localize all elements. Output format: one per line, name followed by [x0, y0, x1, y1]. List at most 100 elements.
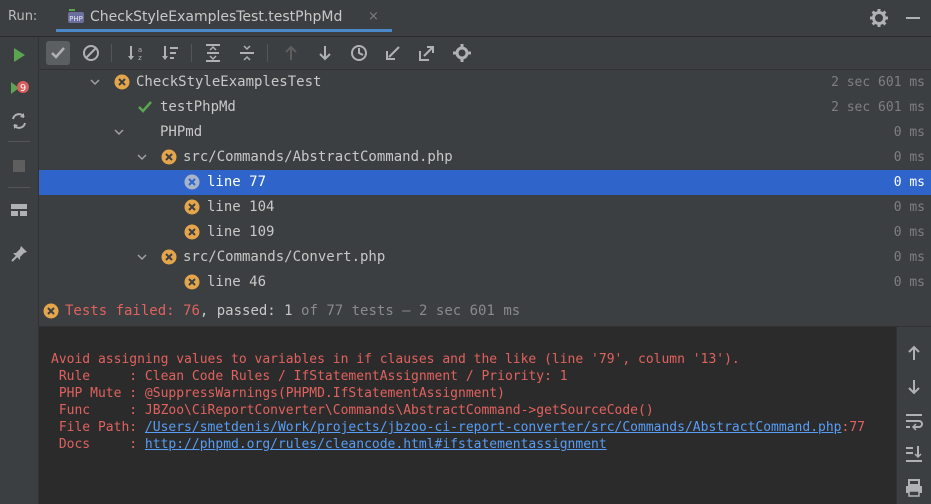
tree-label: line 77: [207, 174, 267, 190]
tree-label: src/Commands/AbstractCommand.php: [183, 149, 453, 165]
docs-key: Docs :: [51, 437, 145, 452]
gear-icon[interactable]: [869, 8, 889, 28]
toggle-auto-test-icon[interactable]: [9, 111, 29, 131]
rerun-icon[interactable]: [9, 45, 29, 65]
previous-failed-icon[interactable]: [279, 41, 303, 65]
show-passed-icon[interactable]: [46, 41, 70, 65]
rule-key: Rule :: [51, 369, 145, 384]
run-tab[interactable]: PHP CheckStyleExamplesTest.testPhpMd ×: [56, 4, 392, 32]
tab-close-icon[interactable]: ×: [368, 9, 379, 24]
arrow-down-icon[interactable]: [903, 376, 925, 398]
func-key: Func :: [51, 403, 145, 418]
chevron-down-icon[interactable]: [89, 76, 101, 88]
path-key: File Path:: [51, 420, 145, 435]
tree-row-line-selected[interactable]: line 77 0 ms: [39, 170, 931, 195]
failed-status-icon: [161, 149, 177, 165]
pin-icon[interactable]: [9, 244, 29, 264]
docs-link[interactable]: http://phpmd.org/rules/cleancode.html#if…: [145, 437, 607, 452]
rerun-failed-icon[interactable]: 9: [9, 78, 29, 98]
tab-title: CheckStyleExamplesTest.testPhpMd: [90, 9, 343, 25]
tree-row-line[interactable]: line 46 0 ms: [39, 270, 931, 295]
expand-all-icon[interactable]: [201, 41, 225, 65]
show-ignored-icon[interactable]: [79, 41, 103, 65]
tree-row-file[interactable]: src/Commands/Convert.php 0 ms: [39, 245, 931, 270]
svg-text:9: 9: [20, 83, 26, 94]
tree-duration: 0 ms: [893, 225, 925, 240]
svg-text:PHP: PHP: [69, 15, 83, 23]
tree-label: line 109: [207, 224, 275, 240]
tree-row-group[interactable]: PHPmd 0 ms: [39, 120, 931, 145]
file-path-link[interactable]: /Users/smetdenis/Work/projects/jbzoo-ci-…: [145, 420, 842, 435]
test-tree: CheckStyleExamplesTest 2 sec 601 ms test…: [39, 70, 931, 296]
tree-row-line[interactable]: line 104 0 ms: [39, 195, 931, 220]
tree-row-file[interactable]: src/Commands/AbstractCommand.php 0 ms: [39, 145, 931, 170]
rule-value: Clean Code Rules / IfStatementAssignment…: [144, 369, 568, 384]
layout-icon[interactable]: [9, 200, 29, 220]
chevron-down-icon[interactable]: [136, 151, 148, 163]
console-docs-line: Docs : http://phpmd.org/rules/cleancode.…: [51, 437, 607, 452]
status-summary: Tests failed: 76, passed: 1 of 77 tests …: [65, 303, 520, 319]
tree-label: CheckStyleExamplesTest: [136, 74, 322, 90]
failed-status-icon: [184, 274, 200, 290]
mute-key: PHP Mute :: [51, 386, 145, 401]
sort-by-duration-icon[interactable]: [158, 41, 182, 65]
chevron-down-icon[interactable]: [136, 251, 148, 263]
path-suffix: :77: [841, 420, 865, 435]
console-output[interactable]: Avoid assigning values to variables in i…: [39, 327, 896, 504]
tree-row-test[interactable]: testPhpMd 2 sec 601 ms: [39, 95, 931, 120]
console-toolbar: [896, 327, 931, 504]
minimize-icon[interactable]: [903, 8, 923, 28]
status-rest: of 77 tests – 2 sec 601 ms: [292, 303, 521, 319]
svg-text:z: z: [138, 54, 142, 62]
soft-wrap-icon[interactable]: [903, 410, 925, 432]
sort-alphabetically-icon[interactable]: a z: [124, 41, 148, 65]
next-failed-icon[interactable]: [313, 41, 337, 65]
test-history-icon[interactable]: [347, 41, 371, 65]
tree-duration: 0 ms: [893, 150, 925, 165]
tree-duration: 0 ms: [893, 275, 925, 290]
passed-check-icon: [138, 101, 152, 113]
arrow-up-icon[interactable]: [903, 342, 925, 364]
test-toolbar: a z: [39, 37, 931, 70]
failed-status-icon: [161, 249, 177, 265]
export-tests-icon[interactable]: [415, 41, 439, 65]
run-label: Run:: [8, 9, 38, 24]
tree-label: line 104: [207, 199, 275, 215]
tree-row-suite[interactable]: CheckStyleExamplesTest 2 sec 601 ms: [39, 70, 931, 95]
left-tool-bar: 9: [0, 37, 39, 504]
tree-duration: 0 ms: [893, 250, 925, 265]
svg-text:a: a: [138, 46, 142, 54]
tree-duration: 2 sec 601 ms: [831, 75, 925, 90]
mute-value: @SuppressWarnings(PHPMD.IfStatementAssig…: [144, 386, 505, 401]
tree-label: PHPmd: [160, 124, 203, 140]
console-rule-line: Rule : Clean Code Rules / IfStatementAss…: [51, 369, 568, 384]
chevron-down-icon[interactable]: [113, 126, 125, 138]
failed-status-icon: [184, 224, 200, 240]
failed-status-icon: [43, 303, 59, 319]
tree-duration: 0 ms: [893, 125, 925, 140]
import-tests-icon[interactable]: [381, 41, 405, 65]
scroll-to-end-icon[interactable]: [903, 443, 925, 465]
passed-count: 1: [284, 303, 293, 319]
tree-duration: 0 ms: [893, 175, 925, 190]
tree-label: testPhpMd: [160, 99, 236, 115]
settings-icon[interactable]: [450, 41, 474, 65]
tree-duration: 2 sec 601 ms: [831, 100, 925, 115]
console-mute-line: PHP Mute : @SuppressWarnings(PHPMD.IfSta…: [51, 386, 505, 401]
tree-row-line[interactable]: line 109 0 ms: [39, 220, 931, 245]
collapse-all-icon[interactable]: [235, 41, 259, 65]
console-func-line: Func : JBZoo\CiReportConverter\Commands\…: [51, 403, 654, 418]
print-icon[interactable]: [903, 477, 925, 499]
stop-icon[interactable]: [9, 156, 29, 176]
tree-duration: 0 ms: [893, 200, 925, 215]
tree-label: src/Commands/Convert.php: [183, 249, 386, 265]
test-status-bar: Tests failed: 76, passed: 1 of 77 tests …: [39, 296, 931, 327]
php-test-icon: PHP: [66, 7, 86, 27]
failed-count: 76: [183, 303, 200, 319]
console-path-line: File Path: /Users/smetdenis/Work/project…: [51, 420, 865, 435]
console-message: Avoid assigning values to variables in i…: [51, 352, 740, 367]
run-header: Run: PHP CheckStyleExamplesTest.testPhpM…: [0, 0, 931, 37]
failed-status-icon: [184, 174, 200, 190]
func-value: JBZoo\CiReportConverter\Commands\Abstrac…: [144, 403, 654, 418]
failed-status-icon: [184, 199, 200, 215]
